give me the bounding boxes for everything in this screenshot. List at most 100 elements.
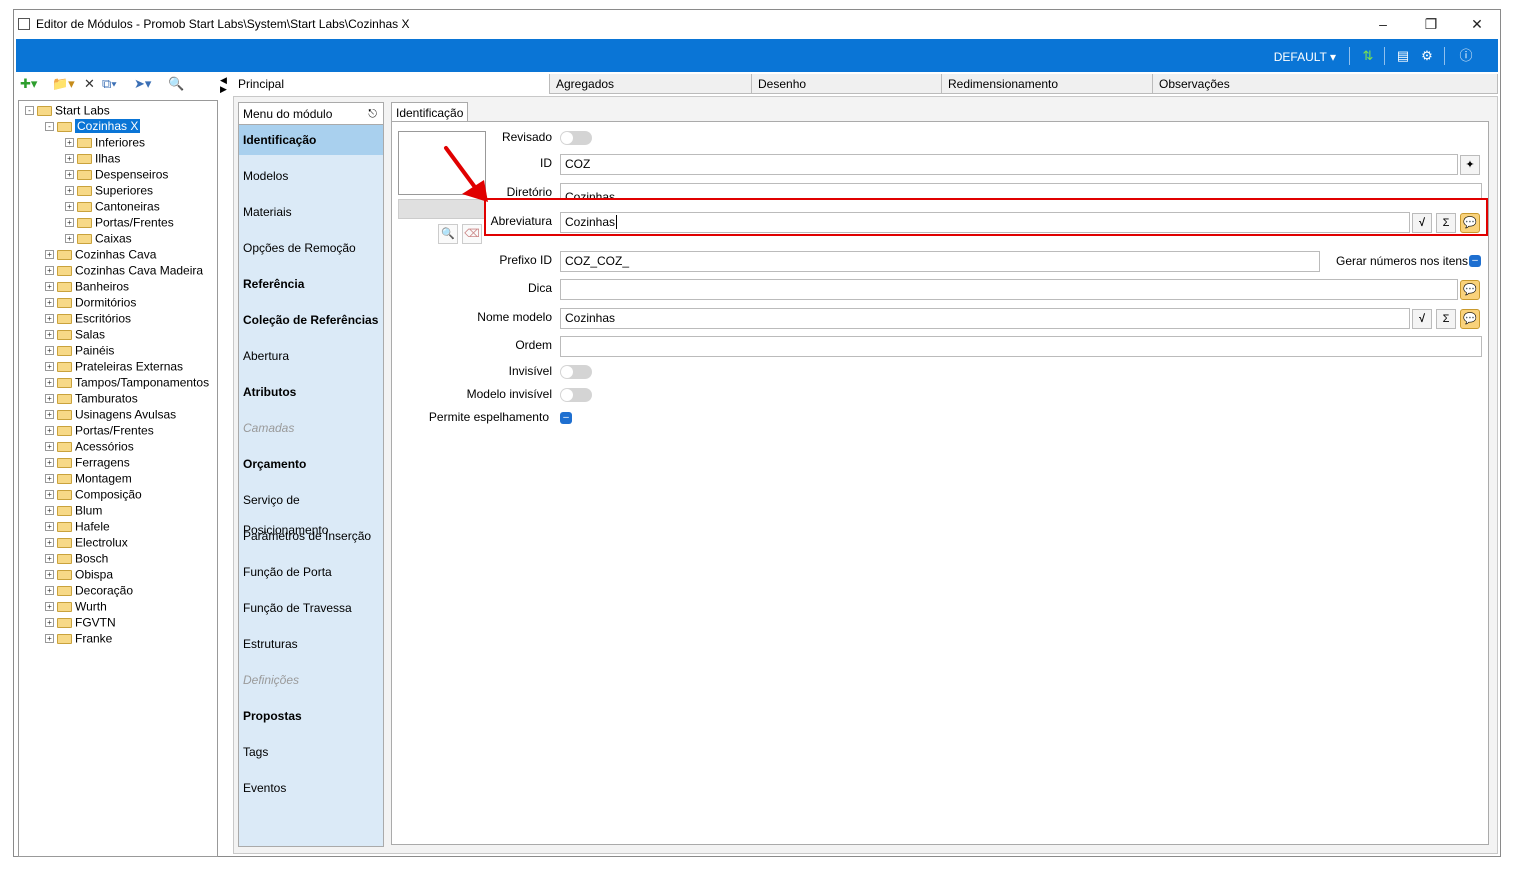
module-menu-item[interactable]: Abertura (239, 341, 383, 371)
modelo-invisivel-toggle[interactable] (560, 388, 592, 402)
revisado-toggle[interactable] (560, 131, 592, 145)
help-icon[interactable]: ⓘ (1456, 46, 1476, 66)
expand-icon[interactable]: + (45, 458, 54, 468)
expand-icon[interactable]: + (45, 394, 54, 404)
tree-node[interactable]: + Montagem (45, 471, 132, 486)
expand-icon[interactable]: + (45, 346, 54, 356)
nome-sum-icon[interactable]: Σ (1436, 309, 1456, 329)
collapse-icon[interactable]: - (45, 122, 54, 132)
module-menu-item[interactable]: Função de Travessa (239, 593, 383, 623)
expand-icon[interactable]: + (45, 522, 54, 532)
nome-comment-icon[interactable]: 💬 (1460, 309, 1480, 329)
tree-node[interactable]: + Cozinhas Cava (45, 247, 156, 262)
tree-node[interactable]: - Cozinhas X (45, 119, 141, 134)
nome-formula-icon[interactable]: √ (1412, 309, 1432, 329)
move-icon[interactable]: ➤▾ (134, 76, 151, 92)
tree-node[interactable]: + Superiores (65, 183, 153, 198)
expand-icon[interactable]: + (45, 362, 54, 372)
tab-observacoes[interactable]: Observações (1153, 74, 1498, 94)
tree-node[interactable]: + Caixas (65, 231, 132, 246)
tree-node[interactable]: + Tampos/Tamponamentos (45, 375, 209, 390)
expand-icon[interactable]: + (45, 634, 54, 644)
prefixo-input[interactable]: COZ_COZ_ (560, 251, 1320, 272)
expand-icon[interactable]: + (45, 298, 54, 308)
module-menu-item[interactable]: Referência (239, 269, 383, 299)
module-menu-item[interactable]: Função de Porta (239, 557, 383, 587)
espelhamento-checkbox[interactable]: – (560, 412, 572, 424)
tree-node[interactable]: + Obispa (45, 567, 113, 582)
expand-icon[interactable]: + (45, 314, 54, 324)
dica-input[interactable] (560, 279, 1458, 300)
tree-node[interactable]: + Bosch (45, 551, 108, 566)
module-menu-item[interactable]: Estruturas (239, 629, 383, 659)
close-button[interactable]: ✕ (1454, 12, 1500, 36)
expand-icon[interactable]: + (45, 378, 54, 388)
dica-comment-icon[interactable]: 💬 (1460, 280, 1480, 300)
profile-dropdown[interactable]: DEFAULT ▾ (1274, 50, 1336, 64)
settings-icon[interactable]: ⚙ (1417, 46, 1437, 66)
ordem-input[interactable] (560, 336, 1482, 357)
tree-node[interactable]: + FGVTN (45, 615, 116, 630)
expand-icon[interactable]: + (45, 618, 54, 628)
expand-icon[interactable]: + (45, 410, 54, 420)
tree-node[interactable]: + Electrolux (45, 535, 128, 550)
expand-icon[interactable]: + (45, 570, 54, 580)
tree-node[interactable]: + Decoração (45, 583, 133, 598)
module-menu-item[interactable]: Opções de Remoção (239, 233, 383, 263)
expand-icon[interactable]: + (65, 138, 74, 148)
expand-icon[interactable]: + (65, 186, 74, 196)
module-menu-item[interactable]: Orçamento (239, 449, 383, 479)
tree-node[interactable]: + Despenseiros (65, 167, 168, 182)
module-menu-item[interactable]: Coleção de Referências (239, 305, 383, 335)
copy-icon[interactable]: ⧉▾ (102, 76, 117, 92)
expand-icon[interactable]: + (45, 250, 54, 260)
tree-node[interactable]: + Franke (45, 631, 112, 646)
tree-node[interactable]: + Painéis (45, 343, 114, 358)
tree-node[interactable]: + Usinagens Avulsas (45, 407, 176, 422)
minimize-button[interactable]: – (1360, 12, 1406, 36)
expand-icon[interactable]: + (45, 266, 54, 276)
module-menu-item[interactable]: Propostas (239, 701, 383, 731)
tree-node[interactable]: + Ilhas (65, 151, 120, 166)
expand-icon[interactable]: + (45, 554, 54, 564)
expand-icon[interactable]: + (45, 506, 54, 516)
expand-icon[interactable]: + (45, 442, 54, 452)
expand-icon[interactable]: + (65, 202, 74, 212)
nome-modelo-input[interactable]: Cozinhas (560, 308, 1410, 329)
expand-icon[interactable]: + (45, 330, 54, 340)
expand-icon[interactable]: + (65, 218, 74, 228)
module-menu-item[interactable]: Eventos (239, 773, 383, 803)
tab-desenho[interactable]: Desenho (752, 74, 942, 94)
pin-icon[interactable]: ⎋ (368, 103, 377, 125)
expand-icon[interactable]: + (45, 490, 54, 500)
tree-node[interactable]: + Blum (45, 503, 102, 518)
add-icon[interactable]: ✚▾ (20, 76, 37, 92)
expand-icon[interactable]: + (65, 234, 74, 244)
expand-icon[interactable]: + (45, 538, 54, 548)
invisivel-toggle[interactable] (560, 365, 592, 379)
tab-principal[interactable]: Principal (232, 74, 550, 94)
module-menu-item[interactable]: Modelos (239, 161, 383, 191)
tree-node[interactable]: + Escritórios (45, 311, 131, 326)
module-menu-item[interactable]: Parâmetros de Inserção (239, 521, 383, 551)
tree-node[interactable]: + Portas/Frentes (45, 423, 154, 438)
tree-node[interactable]: + Portas/Frentes (65, 215, 174, 230)
subtab-identificacao[interactable]: Identificação (391, 102, 469, 122)
tree-node[interactable]: + Cozinhas Cava Madeira (45, 263, 203, 278)
module-menu-item[interactable]: Serviço de Posicionamento (239, 485, 383, 537)
tree-node[interactable]: + Prateleiras Externas (45, 359, 183, 374)
tree-node[interactable]: + Ferragens (45, 455, 130, 470)
search-icon[interactable]: 🔍 (168, 76, 184, 92)
tree-node[interactable]: + Inferiores (65, 135, 145, 150)
module-menu-item[interactable]: Materiais (239, 197, 383, 227)
tree-node[interactable]: + Tamburatos (45, 391, 138, 406)
expand-icon[interactable]: + (65, 170, 74, 180)
refresh-icon[interactable]: ⇅ (1358, 46, 1378, 66)
tree-node[interactable]: + Banheiros (45, 279, 129, 294)
expand-icon[interactable]: + (45, 474, 54, 484)
tree-node[interactable]: + Hafele (45, 519, 110, 534)
expand-icon[interactable]: + (45, 426, 54, 436)
tab-agregados[interactable]: Agregados (550, 74, 752, 94)
delete-icon[interactable]: ✕ (84, 76, 95, 92)
collapse-panel-button[interactable]: ◀ ▶ (220, 76, 230, 98)
